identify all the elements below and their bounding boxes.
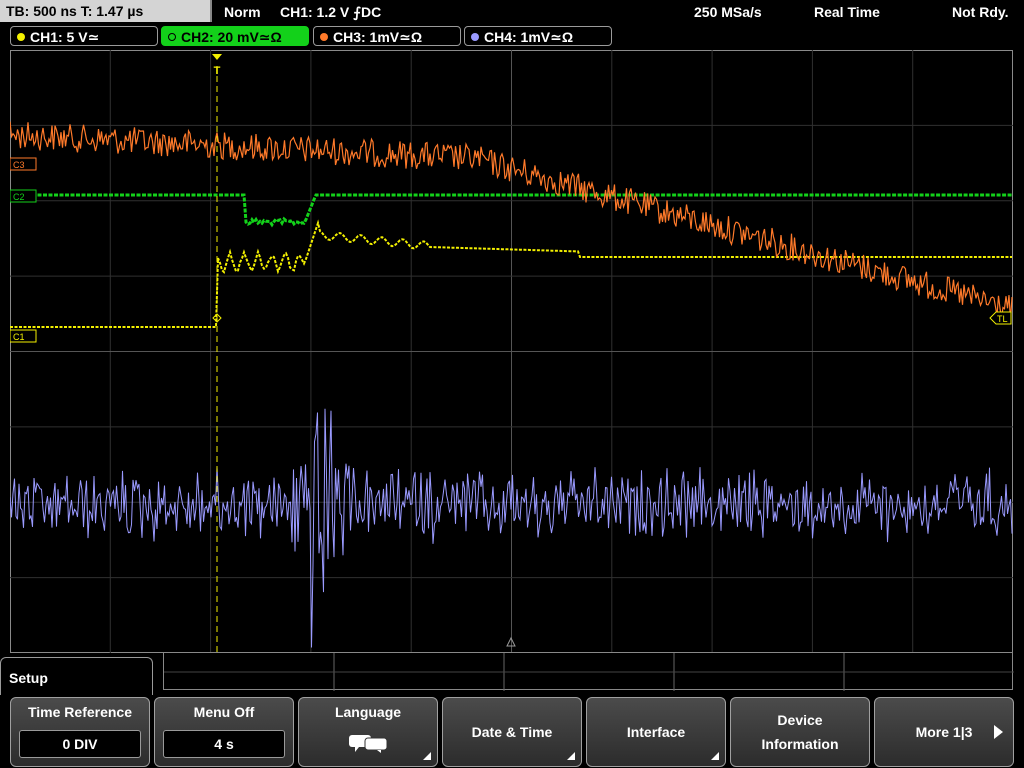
speech-bubble-icon [349, 735, 388, 753]
submenu-indicator-icon [567, 752, 575, 760]
time-reference-value: 0 DIV [19, 730, 141, 758]
more-label: More 1|3 [915, 724, 973, 740]
device-information-label-line2: Information [761, 736, 839, 752]
date-time-label: Date & Time [471, 724, 553, 740]
language-label: Language [334, 704, 402, 720]
channel-3-tab[interactable]: CH3: 1mV≃Ω [313, 26, 461, 46]
waveform-display[interactable]: T C3 C2 C1 TL [9, 50, 1013, 653]
device-information-button[interactable]: Device Information [730, 697, 870, 767]
interface-button[interactable]: Interface [586, 697, 726, 767]
right-arrow-icon [994, 725, 1003, 739]
trigger-position-icon[interactable]: T [212, 54, 222, 77]
channel-1-dot-icon [17, 33, 25, 42]
trigger-mode: Norm [224, 4, 261, 20]
timebase-readout[interactable]: TB: 500 ns T: 1.47 µs [0, 0, 212, 22]
channel-2-dot-icon [168, 33, 176, 42]
channel-3-marker[interactable]: C3 [9, 157, 37, 171]
channel-2-label: CH2: 20 mV≃Ω [181, 29, 282, 45]
svg-text:C2: C2 [13, 192, 25, 202]
time-reference-label: Time Reference [27, 704, 132, 720]
channel-3-dot-icon [320, 33, 328, 42]
menu-title: Setup [0, 657, 153, 695]
menu-off-value: 4 s [163, 730, 285, 758]
menu-info-strip [163, 652, 1014, 691]
menu-info-grid [164, 653, 1014, 691]
channel-4-dot-icon [471, 33, 479, 42]
more-button[interactable]: More 1|3 [874, 697, 1014, 767]
channel-bar: CH1: 5 V≃ CH2: 20 mV≃Ω CH3: 1mV≃Ω CH4: 1… [0, 26, 1024, 48]
trigger-readout[interactable]: CH1: 1.2 V ⨍DC [280, 0, 381, 24]
svg-text:C3: C3 [13, 160, 25, 170]
channel-1-marker[interactable]: C1 [9, 329, 37, 343]
date-time-button[interactable]: Date & Time [442, 697, 582, 767]
channel-2-tab[interactable]: CH2: 20 mV≃Ω [161, 26, 309, 46]
time-reference-button[interactable]: Time Reference 0 DIV [10, 697, 150, 767]
channel-1-tab[interactable]: CH1: 5 V≃ [10, 26, 158, 46]
device-information-label-line1: Device [777, 712, 823, 728]
channel-3-label: CH3: 1mV≃Ω [333, 29, 423, 45]
sample-rate: 250 MSa/s [694, 4, 762, 20]
trigger-level-marker[interactable]: TL [989, 311, 1012, 325]
channel-2-marker[interactable]: C2 [9, 189, 37, 203]
submenu-indicator-icon [711, 752, 719, 760]
language-button[interactable]: Language [298, 697, 438, 767]
menu-off-button[interactable]: Menu Off 4 s [154, 697, 294, 767]
status-bar: TB: 500 ns T: 1.47 µs Norm CH1: 1.2 V ⨍D… [0, 0, 1024, 24]
channel-4-tab[interactable]: CH4: 1mV≃Ω [464, 26, 612, 46]
svg-text:T: T [214, 65, 221, 77]
channel-1-label: CH1: 5 V≃ [30, 29, 100, 45]
svg-text:TL: TL [997, 314, 1008, 324]
waveform-canvas: T C3 C2 C1 TL [9, 50, 1013, 653]
menu-off-label: Menu Off [193, 704, 255, 720]
svg-text:C1: C1 [13, 332, 25, 342]
acquisition-mode: Real Time [814, 4, 880, 20]
interface-label: Interface [626, 724, 686, 740]
trigger-state: Not Rdy. [952, 4, 1009, 20]
channel-4-label: CH4: 1mV≃Ω [484, 29, 574, 45]
submenu-indicator-icon [423, 752, 431, 760]
